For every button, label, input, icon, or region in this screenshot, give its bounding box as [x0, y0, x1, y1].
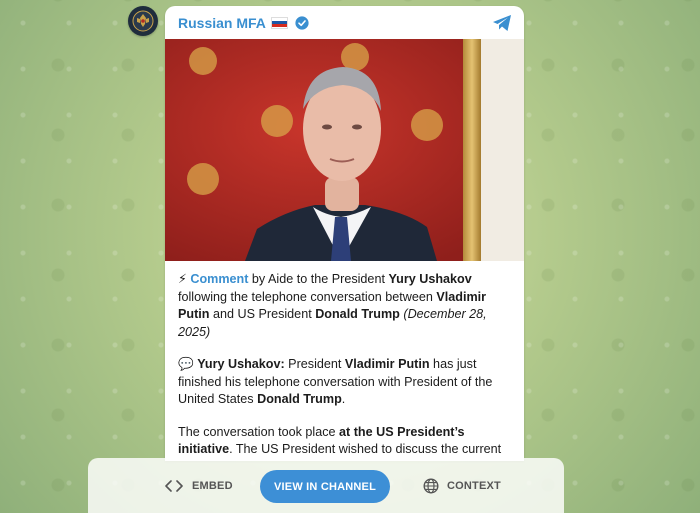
- bold-name: Vladimir Putin: [344, 357, 430, 371]
- channel-avatar[interactable]: [128, 6, 158, 36]
- text-span: President: [284, 357, 345, 371]
- channel-name[interactable]: Russian MFA: [178, 15, 266, 31]
- action-bar: EMBED VIEW IN CHANNEL CONTEXT: [88, 458, 564, 513]
- context-button[interactable]: CONTEXT: [423, 477, 501, 494]
- code-icon: [165, 479, 183, 492]
- telegram-icon[interactable]: [492, 14, 512, 32]
- text-span: and US President: [209, 307, 316, 321]
- channel-post-card: Russian MFA ⚡ Comment by Aide to the Pre…: [165, 6, 524, 461]
- text-span: .: [341, 392, 346, 406]
- bold-name: Donald Trump: [315, 307, 400, 321]
- context-label: CONTEXT: [447, 479, 501, 492]
- post-photo[interactable]: [165, 39, 524, 261]
- text-span: following the telephone conversation bet…: [178, 289, 437, 304]
- embed-button[interactable]: EMBED: [165, 480, 233, 492]
- bold-name: Yury Ushakov: [388, 272, 472, 286]
- comment-link[interactable]: Comment: [190, 272, 248, 286]
- lightning-icon: ⚡: [178, 272, 187, 286]
- post-paragraph-1: ⚡ Comment by Aide to the President Yury …: [178, 271, 511, 341]
- bold-name: Donald Trump: [257, 392, 342, 406]
- post-text: ⚡ Comment by Aide to the President Yury …: [165, 261, 524, 461]
- view-in-channel-button[interactable]: VIEW IN CHANNEL: [260, 470, 390, 503]
- verified-badge-icon: [295, 15, 309, 30]
- post-paragraph-3: The conversation took place at the US Pr…: [178, 424, 511, 462]
- globe-icon: [423, 477, 439, 494]
- russian-flag-icon: [270, 16, 288, 29]
- emblem-icon: [132, 10, 154, 32]
- post-paragraph-2: 💬 Yury Ushakov: President Vladimir Putin…: [178, 356, 511, 409]
- post-header: Russian MFA: [165, 6, 524, 39]
- embed-label: EMBED: [192, 479, 233, 492]
- bold-name: Yury Ushakov:: [197, 357, 285, 371]
- portrait-image: [165, 39, 524, 261]
- text-span: The conversation took place: [178, 424, 340, 439]
- text-span: by Aide to the President: [248, 272, 389, 286]
- speech-bubble-icon: 💬: [178, 357, 194, 371]
